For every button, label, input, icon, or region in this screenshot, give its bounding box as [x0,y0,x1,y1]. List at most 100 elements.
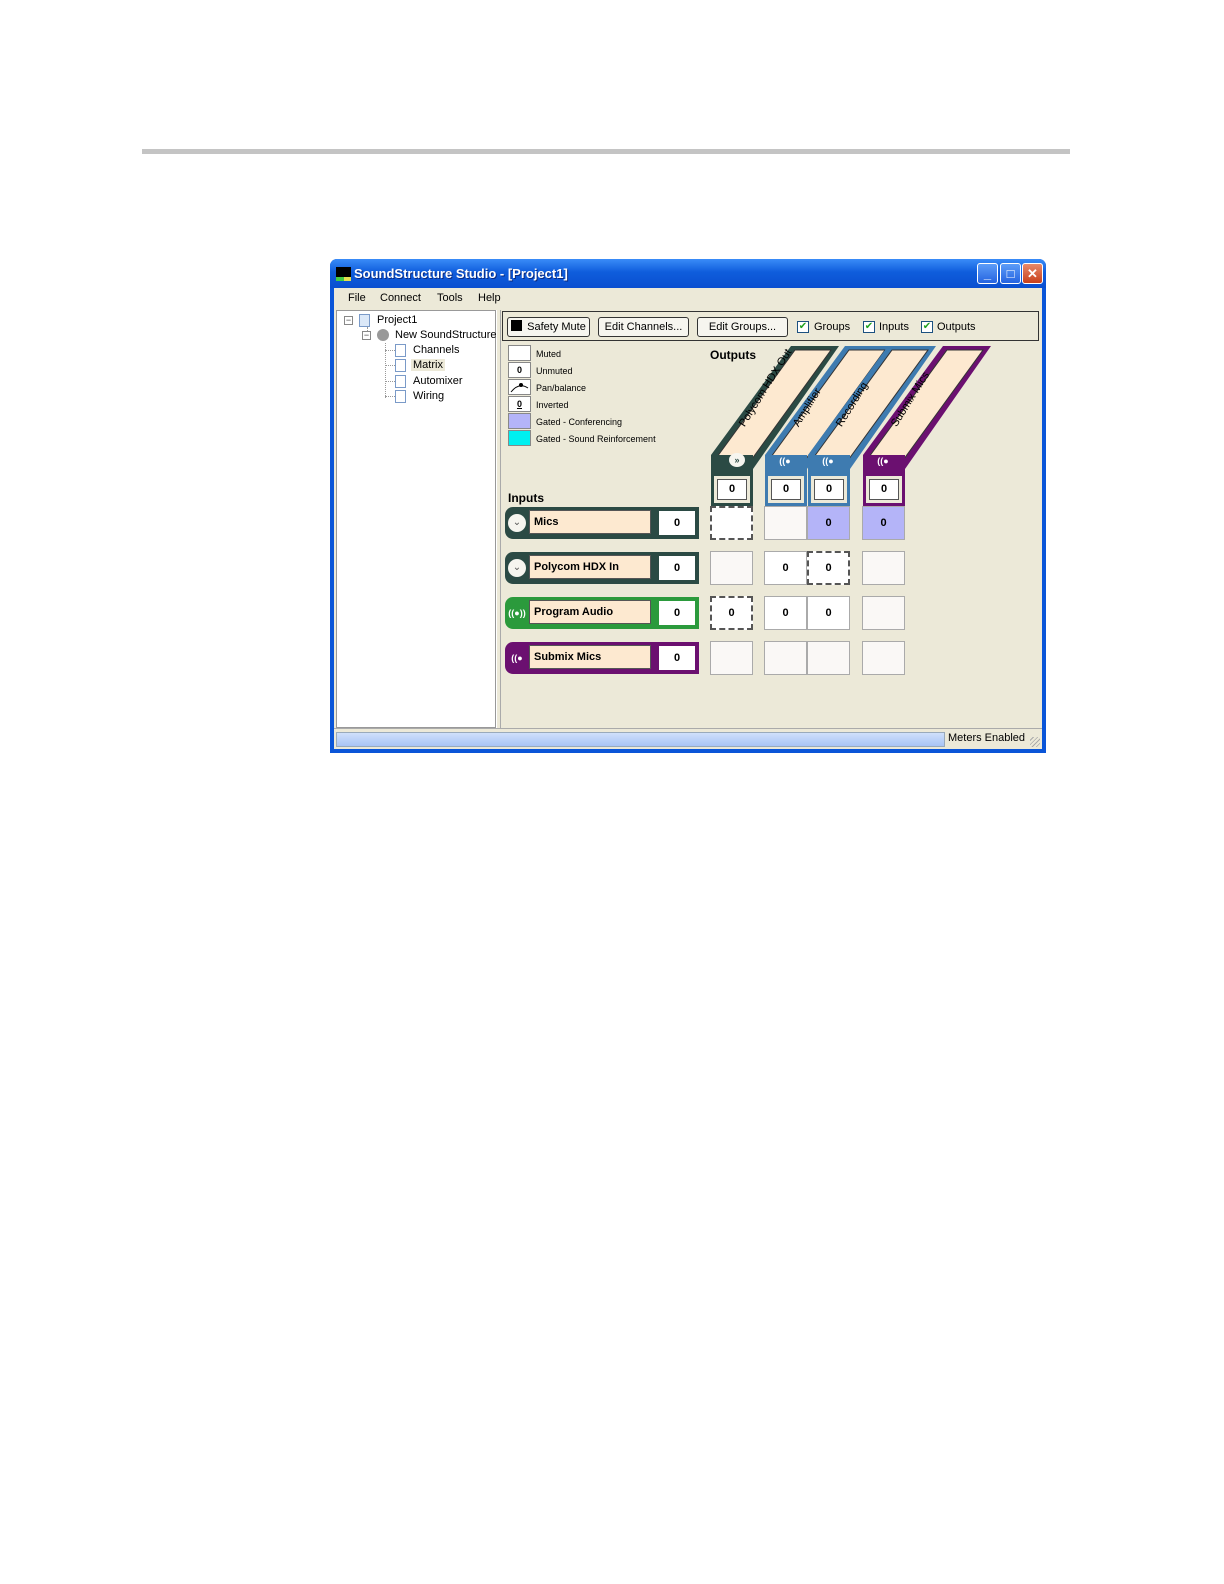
safety-mute-label: Safety Mute [527,321,586,333]
legend-unmuted-label: Unmuted [536,366,573,376]
crosspoint-cell[interactable] [862,551,905,585]
legend-gated-conferencing-label: Gated - Conferencing [536,417,623,427]
output-header-submix-mics[interactable]: Submix Mics ((● [861,345,1001,473]
crosspoint-cell[interactable]: 0 [862,506,905,540]
menu-connect[interactable]: Connect [380,292,421,304]
groups-checkbox[interactable]: ✔ [797,321,809,333]
window-title: SoundStructure Studio - [Project1] [354,266,568,281]
device-icon [377,329,389,341]
crosspoint-cell[interactable]: 0 [807,596,850,630]
input-name: Polycom HDX In [529,555,651,579]
groups-checkbox-label: Groups [814,321,851,333]
chevron-down-icon[interactable]: ⌄ [508,514,526,532]
status-progress [336,732,945,747]
crosspoint-cell[interactable] [710,641,753,675]
crosspoint-cell[interactable] [710,551,753,585]
tree-item-channels[interactable]: Channels [413,344,459,356]
close-button[interactable]: ✕ [1022,263,1043,284]
client-area: File Connect Tools Help − Project1 − New… [334,288,1042,749]
inputs-checkbox-label: Inputs [879,321,909,333]
menu-bar: File Connect Tools Help [334,288,1042,309]
legend-inverted-swatch: 0 [508,396,531,412]
automixer-page-icon [395,375,406,388]
crosspoint-cell[interactable] [862,596,905,630]
crosspoint-cell[interactable]: 0 [764,596,807,630]
edit-groups-button[interactable]: Edit Groups... [697,317,788,337]
input-name: Program Audio [529,600,651,624]
inputs-checkbox[interactable]: ✔ [863,321,875,333]
channels-page-icon [395,344,406,357]
edit-channels-button[interactable]: Edit Channels... [598,317,689,337]
legend-gated-conferencing-swatch [508,413,531,429]
legend-muted-swatch [508,345,531,361]
crosspoint-cell[interactable] [764,506,807,540]
crosspoint-cell[interactable] [862,641,905,675]
legend-gated-reinforcement-swatch [508,430,531,446]
menu-file[interactable]: File [348,292,366,304]
pan-arc-icon [510,383,529,393]
status-bar: Meters Enabled [334,728,1042,749]
input-name: Mics [529,510,651,534]
legend-pan-label: Pan/balance [536,383,587,393]
output-gain-recording[interactable]: 0 [808,473,850,506]
legend-muted-label: Muted [536,349,562,359]
speaker-icon: ((● [511,653,523,663]
safety-mute-indicator [511,320,523,331]
crosspoint-cell[interactable] [807,641,850,675]
legend-gated-reinforcement-label: Gated - Sound Reinforcement [536,434,656,444]
legend-pan-swatch [508,379,531,395]
title-bar[interactable]: SoundStructure Studio - [Project1] _ □ ✕ [330,259,1046,288]
crosspoint-cell[interactable]: 0 [764,551,807,585]
safety-mute-button[interactable]: Safety Mute [507,317,590,337]
speaker-icon: ((● [877,456,889,466]
page-top-rule [142,149,1070,154]
menu-tools[interactable]: Tools [437,292,463,304]
collapse-project-icon[interactable]: − [344,316,353,325]
input-row-program-audio[interactable]: ((●)) Program Audio 0 [505,597,699,629]
tree-item-matrix[interactable]: Matrix [411,359,445,371]
minimize-button[interactable]: _ [977,263,998,284]
input-row-mics[interactable]: ⌄ Mics 0 [505,507,699,539]
crosspoint-cell[interactable] [764,641,807,675]
menu-help[interactable]: Help [478,292,501,304]
app-icon [336,267,351,281]
speaker-icon: ((● [822,456,834,466]
tree-device[interactable]: New SoundStructure [395,329,497,341]
outputs-checkbox[interactable]: ✔ [921,321,933,333]
tree-item-wiring[interactable]: Wiring [413,390,444,402]
tree-item-automixer[interactable]: Automixer [413,375,463,387]
input-gain[interactable]: 0 [657,644,697,672]
crosspoint-cell[interactable]: 0 [807,506,850,540]
wiring-page-icon [395,390,406,403]
input-gain[interactable]: 0 [657,509,697,537]
input-row-submix-mics[interactable]: ((● Submix Mics 0 [505,642,699,674]
tree-project[interactable]: Project1 [377,314,417,326]
output-gain-polycom-hdx-out[interactable]: 0 [711,473,753,506]
project-tree[interactable]: − Project1 − New SoundStructure Channels… [336,310,497,728]
crosspoint-cell[interactable]: 0 [807,551,850,585]
matrix-page-icon [395,359,406,372]
input-row-polycom-hdx-in[interactable]: ⌄ Polycom HDX In 0 [505,552,699,584]
output-gain-submix-mics[interactable]: 0 [863,473,905,506]
crosspoint-cell[interactable] [710,506,753,540]
crosspoint-cell[interactable]: 0 [710,596,753,630]
inputs-heading: Inputs [508,491,544,505]
broadcast-icon: ((●)) [508,608,526,618]
collapse-device-icon[interactable]: − [362,331,371,340]
resize-grip[interactable] [1030,737,1040,747]
legend-unmuted-swatch: 0 [508,362,531,378]
outputs-checkbox-label: Outputs [937,321,976,333]
speaker-icon: ((● [779,456,791,466]
status-meters-enabled: Meters Enabled [948,732,1026,744]
chevron-down-icon[interactable]: ⌄ [508,559,526,577]
maximize-button[interactable]: □ [1000,263,1021,284]
matrix-view: Safety Mute Edit Channels... Edit Groups… [501,310,1042,728]
input-gain[interactable]: 0 [657,554,697,582]
legend-inverted-label: Inverted [536,400,569,410]
input-gain[interactable]: 0 [657,599,697,627]
output-gain-amplifier[interactable]: 0 [765,473,807,506]
input-name: Submix Mics [529,645,651,669]
matrix-toolbar: Safety Mute Edit Channels... Edit Groups… [502,311,1039,341]
app-window: SoundStructure Studio - [Project1] _ □ ✕… [330,259,1046,753]
project-icon [359,314,370,327]
